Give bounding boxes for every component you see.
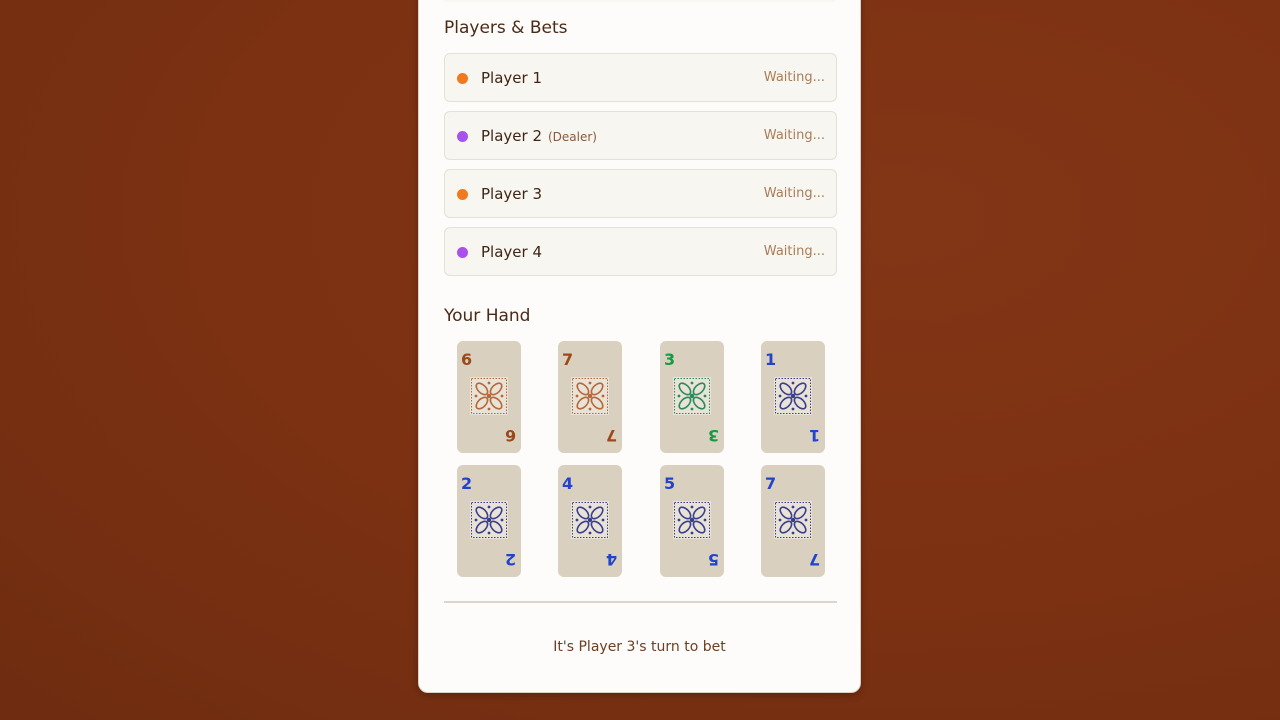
player-row: Player 1 Waiting...: [444, 53, 837, 102]
player-row: Player 3 Waiting...: [444, 169, 837, 218]
player-bet-status: Waiting...: [763, 244, 825, 259]
players-section-title: Players & Bets: [444, 18, 568, 38]
player-name: Player 3: [481, 185, 542, 203]
player-bet-status: Waiting...: [763, 70, 825, 85]
hand-card[interactable]: 66: [457, 341, 521, 453]
hand-card[interactable]: 11: [761, 341, 825, 453]
hand-card[interactable]: 77: [558, 341, 622, 453]
player-color-dot: [457, 247, 468, 258]
panel-top-strip: [443, 0, 836, 3]
player-name: Player 4: [481, 243, 542, 261]
card-value-inverted: 5: [707, 550, 719, 569]
card-value-inverted: 6: [504, 426, 516, 445]
player-color-dot: [457, 73, 468, 84]
tile-pattern-icon: [470, 501, 508, 539]
card-value-inverted: 4: [605, 550, 617, 569]
player-row: Player 2 (Dealer) Waiting...: [444, 111, 837, 160]
card-value-inverted: 1: [808, 426, 820, 445]
tile-pattern-icon: [673, 501, 711, 539]
hand-card[interactable]: 33: [660, 341, 724, 453]
game-panel: Players & Bets Player 1 Waiting... Playe…: [418, 0, 861, 693]
card-value-inverted: 3: [707, 426, 719, 445]
turn-status-text: It's Player 3's turn to bet: [553, 639, 726, 655]
tile-pattern-icon: [571, 501, 609, 539]
card-value: 5: [664, 474, 676, 493]
hand-card[interactable]: 44: [558, 465, 622, 577]
dealer-tag: (Dealer): [548, 130, 597, 144]
card-value: 3: [664, 350, 676, 369]
hand-section-title: Your Hand: [444, 306, 531, 326]
tile-pattern-icon: [470, 377, 508, 415]
card-value: 7: [562, 350, 574, 369]
player-color-dot: [457, 189, 468, 200]
hand-card[interactable]: 22: [457, 465, 521, 577]
card-value: 6: [461, 350, 473, 369]
card-value: 4: [562, 474, 574, 493]
player-bet-status: Waiting...: [763, 128, 825, 143]
tile-pattern-icon: [774, 501, 812, 539]
card-value: 7: [765, 474, 777, 493]
player-name: Player 1: [481, 69, 542, 87]
hand-card[interactable]: 55: [660, 465, 724, 577]
hand-card[interactable]: 77: [761, 465, 825, 577]
player-bet-status: Waiting...: [763, 186, 825, 201]
tile-pattern-icon: [673, 377, 711, 415]
divider: [444, 601, 837, 603]
card-value-inverted: 2: [504, 550, 516, 569]
card-value-inverted: 7: [808, 550, 820, 569]
tile-pattern-icon: [571, 377, 609, 415]
card-value: 2: [461, 474, 473, 493]
card-value-inverted: 7: [605, 426, 617, 445]
card-value: 1: [765, 350, 777, 369]
player-name: Player 2 (Dealer): [481, 127, 597, 145]
tile-pattern-icon: [774, 377, 812, 415]
player-color-dot: [457, 131, 468, 142]
player-row: Player 4 Waiting...: [444, 227, 837, 276]
